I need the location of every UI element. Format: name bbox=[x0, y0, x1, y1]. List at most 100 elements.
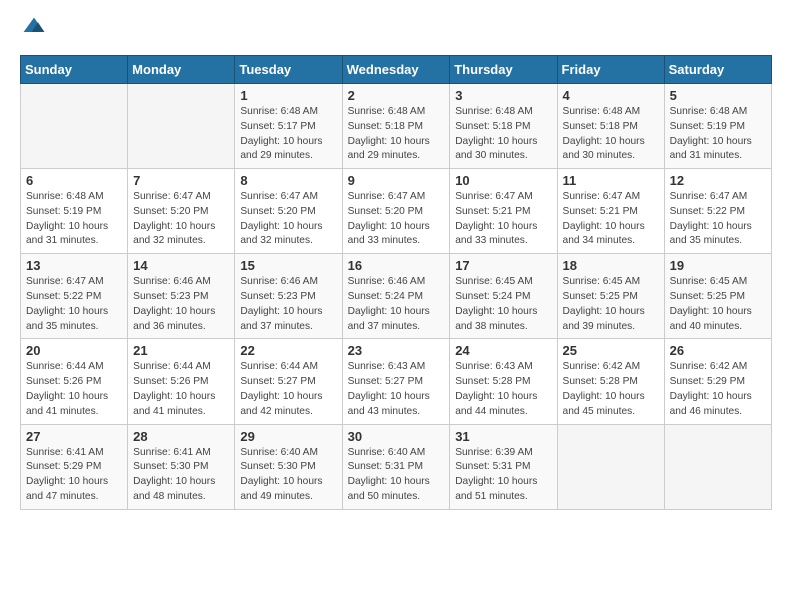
day-number: 9 bbox=[348, 173, 445, 188]
header bbox=[20, 16, 772, 45]
logo-icon bbox=[22, 16, 46, 40]
weekday-header-wednesday: Wednesday bbox=[342, 56, 450, 84]
calendar-cell: 31 Sunrise: 6:39 AM Sunset: 5:31 PM Dayli… bbox=[450, 424, 557, 509]
day-info: Sunrise: 6:41 AM Sunset: 5:30 PM Dayligh… bbox=[133, 446, 229, 505]
weekday-header-sunday: Sunday bbox=[21, 56, 128, 84]
calendar-cell: 11 Sunrise: 6:47 AM Sunset: 5:21 PM Dayli… bbox=[557, 169, 664, 254]
day-info: Sunrise: 6:47 AM Sunset: 5:20 PM Dayligh… bbox=[240, 190, 336, 249]
calendar-cell: 14 Sunrise: 6:46 AM Sunset: 5:23 PM Dayli… bbox=[128, 254, 235, 339]
calendar-cell: 30 Sunrise: 6:40 AM Sunset: 5:31 PM Dayli… bbox=[342, 424, 450, 509]
calendar-cell bbox=[664, 424, 771, 509]
day-info: Sunrise: 6:44 AM Sunset: 5:27 PM Dayligh… bbox=[240, 360, 336, 419]
calendar-cell: 4 Sunrise: 6:48 AM Sunset: 5:18 PM Daylig… bbox=[557, 84, 664, 169]
day-number: 2 bbox=[348, 88, 445, 103]
day-number: 22 bbox=[240, 343, 336, 358]
day-info: Sunrise: 6:46 AM Sunset: 5:23 PM Dayligh… bbox=[240, 275, 336, 334]
calendar-cell: 5 Sunrise: 6:48 AM Sunset: 5:19 PM Daylig… bbox=[664, 84, 771, 169]
weekday-header-saturday: Saturday bbox=[664, 56, 771, 84]
day-number: 6 bbox=[26, 173, 122, 188]
calendar-cell: 1 Sunrise: 6:48 AM Sunset: 5:17 PM Daylig… bbox=[235, 84, 342, 169]
day-number: 7 bbox=[133, 173, 229, 188]
week-row-3: 13 Sunrise: 6:47 AM Sunset: 5:22 PM Dayli… bbox=[21, 254, 772, 339]
day-number: 11 bbox=[563, 173, 659, 188]
week-row-5: 27 Sunrise: 6:41 AM Sunset: 5:29 PM Dayli… bbox=[21, 424, 772, 509]
calendar-cell: 21 Sunrise: 6:44 AM Sunset: 5:26 PM Dayli… bbox=[128, 339, 235, 424]
day-number: 16 bbox=[348, 258, 445, 273]
day-number: 21 bbox=[133, 343, 229, 358]
day-info: Sunrise: 6:45 AM Sunset: 5:25 PM Dayligh… bbox=[670, 275, 766, 334]
calendar-cell: 6 Sunrise: 6:48 AM Sunset: 5:19 PM Daylig… bbox=[21, 169, 128, 254]
day-number: 13 bbox=[26, 258, 122, 273]
page: SundayMondayTuesdayWednesdayThursdayFrid… bbox=[0, 0, 792, 526]
week-row-1: 1 Sunrise: 6:48 AM Sunset: 5:17 PM Daylig… bbox=[21, 84, 772, 169]
day-number: 26 bbox=[670, 343, 766, 358]
calendar-cell: 22 Sunrise: 6:44 AM Sunset: 5:27 PM Dayli… bbox=[235, 339, 342, 424]
day-number: 31 bbox=[455, 429, 551, 444]
calendar-table: SundayMondayTuesdayWednesdayThursdayFrid… bbox=[20, 55, 772, 510]
day-info: Sunrise: 6:47 AM Sunset: 5:22 PM Dayligh… bbox=[670, 190, 766, 249]
day-info: Sunrise: 6:43 AM Sunset: 5:27 PM Dayligh… bbox=[348, 360, 445, 419]
day-number: 10 bbox=[455, 173, 551, 188]
day-info: Sunrise: 6:47 AM Sunset: 5:20 PM Dayligh… bbox=[133, 190, 229, 249]
day-number: 12 bbox=[670, 173, 766, 188]
day-number: 30 bbox=[348, 429, 445, 444]
day-info: Sunrise: 6:48 AM Sunset: 5:19 PM Dayligh… bbox=[26, 190, 122, 249]
day-number: 27 bbox=[26, 429, 122, 444]
day-info: Sunrise: 6:41 AM Sunset: 5:29 PM Dayligh… bbox=[26, 446, 122, 505]
day-info: Sunrise: 6:46 AM Sunset: 5:23 PM Dayligh… bbox=[133, 275, 229, 334]
day-number: 19 bbox=[670, 258, 766, 273]
weekday-header-tuesday: Tuesday bbox=[235, 56, 342, 84]
calendar-cell: 15 Sunrise: 6:46 AM Sunset: 5:23 PM Dayli… bbox=[235, 254, 342, 339]
day-info: Sunrise: 6:48 AM Sunset: 5:17 PM Dayligh… bbox=[240, 105, 336, 164]
day-info: Sunrise: 6:47 AM Sunset: 5:20 PM Dayligh… bbox=[348, 190, 445, 249]
weekday-header-friday: Friday bbox=[557, 56, 664, 84]
calendar-body: 1 Sunrise: 6:48 AM Sunset: 5:17 PM Daylig… bbox=[21, 84, 772, 510]
weekday-header-monday: Monday bbox=[128, 56, 235, 84]
day-number: 15 bbox=[240, 258, 336, 273]
day-info: Sunrise: 6:40 AM Sunset: 5:31 PM Dayligh… bbox=[348, 446, 445, 505]
calendar-cell: 2Sunrise: 6:48 AM Sunset: 5:18 PM Daylig… bbox=[342, 84, 450, 169]
day-info: Sunrise: 6:48 AM Sunset: 5:19 PM Dayligh… bbox=[670, 105, 766, 164]
day-number: 1 bbox=[240, 88, 336, 103]
calendar-cell bbox=[21, 84, 128, 169]
calendar-cell: 23Sunrise: 6:43 AM Sunset: 5:27 PM Dayli… bbox=[342, 339, 450, 424]
day-number: 17 bbox=[455, 258, 551, 273]
day-info: Sunrise: 6:40 AM Sunset: 5:30 PM Dayligh… bbox=[240, 446, 336, 505]
calendar-cell: 28 Sunrise: 6:41 AM Sunset: 5:30 PM Dayli… bbox=[128, 424, 235, 509]
day-info: Sunrise: 6:45 AM Sunset: 5:25 PM Dayligh… bbox=[563, 275, 659, 334]
weekday-header-thursday: Thursday bbox=[450, 56, 557, 84]
calendar-cell: 9 Sunrise: 6:47 AM Sunset: 5:20 PM Daylig… bbox=[342, 169, 450, 254]
calendar-cell: 7 Sunrise: 6:47 AM Sunset: 5:20 PM Daylig… bbox=[128, 169, 235, 254]
day-info: Sunrise: 6:44 AM Sunset: 5:26 PM Dayligh… bbox=[133, 360, 229, 419]
day-info: Sunrise: 6:42 AM Sunset: 5:28 PM Dayligh… bbox=[563, 360, 659, 419]
day-number: 14 bbox=[133, 258, 229, 273]
day-info: Sunrise: 6:45 AM Sunset: 5:24 PM Dayligh… bbox=[455, 275, 551, 334]
day-number: 24 bbox=[455, 343, 551, 358]
logo bbox=[20, 16, 46, 45]
calendar-cell: 13 Sunrise: 6:47 AM Sunset: 5:22 PM Dayli… bbox=[21, 254, 128, 339]
day-info: Sunrise: 6:43 AM Sunset: 5:28 PM Dayligh… bbox=[455, 360, 551, 419]
day-number: 4 bbox=[563, 88, 659, 103]
day-info: Sunrise: 6:48 AM Sunset: 5:18 PM Dayligh… bbox=[563, 105, 659, 164]
day-number: 5 bbox=[670, 88, 766, 103]
day-number: 28 bbox=[133, 429, 229, 444]
weekday-header-row: SundayMondayTuesdayWednesdayThursdayFrid… bbox=[21, 56, 772, 84]
day-info: Sunrise: 6:46 AM Sunset: 5:24 PM Dayligh… bbox=[348, 275, 445, 334]
day-number: 3 bbox=[455, 88, 551, 103]
calendar-cell: 8 Sunrise: 6:47 AM Sunset: 5:20 PM Daylig… bbox=[235, 169, 342, 254]
calendar-cell: 10Sunrise: 6:47 AM Sunset: 5:21 PM Dayli… bbox=[450, 169, 557, 254]
calendar-cell: 26 Sunrise: 6:42 AM Sunset: 5:29 PM Dayli… bbox=[664, 339, 771, 424]
calendar-cell: 12 Sunrise: 6:47 AM Sunset: 5:22 PM Dayli… bbox=[664, 169, 771, 254]
calendar-cell: 29Sunrise: 6:40 AM Sunset: 5:30 PM Dayli… bbox=[235, 424, 342, 509]
calendar-cell: 18Sunrise: 6:45 AM Sunset: 5:25 PM Dayli… bbox=[557, 254, 664, 339]
day-info: Sunrise: 6:39 AM Sunset: 5:31 PM Dayligh… bbox=[455, 446, 551, 505]
day-info: Sunrise: 6:47 AM Sunset: 5:21 PM Dayligh… bbox=[563, 190, 659, 249]
calendar-cell: 25Sunrise: 6:42 AM Sunset: 5:28 PM Dayli… bbox=[557, 339, 664, 424]
day-info: Sunrise: 6:42 AM Sunset: 5:29 PM Dayligh… bbox=[670, 360, 766, 419]
calendar-cell: 17 Sunrise: 6:45 AM Sunset: 5:24 PM Dayli… bbox=[450, 254, 557, 339]
calendar-cell bbox=[128, 84, 235, 169]
day-info: Sunrise: 6:47 AM Sunset: 5:22 PM Dayligh… bbox=[26, 275, 122, 334]
calendar-cell: 24 Sunrise: 6:43 AM Sunset: 5:28 PM Dayli… bbox=[450, 339, 557, 424]
day-number: 8 bbox=[240, 173, 336, 188]
day-info: Sunrise: 6:44 AM Sunset: 5:26 PM Dayligh… bbox=[26, 360, 122, 419]
